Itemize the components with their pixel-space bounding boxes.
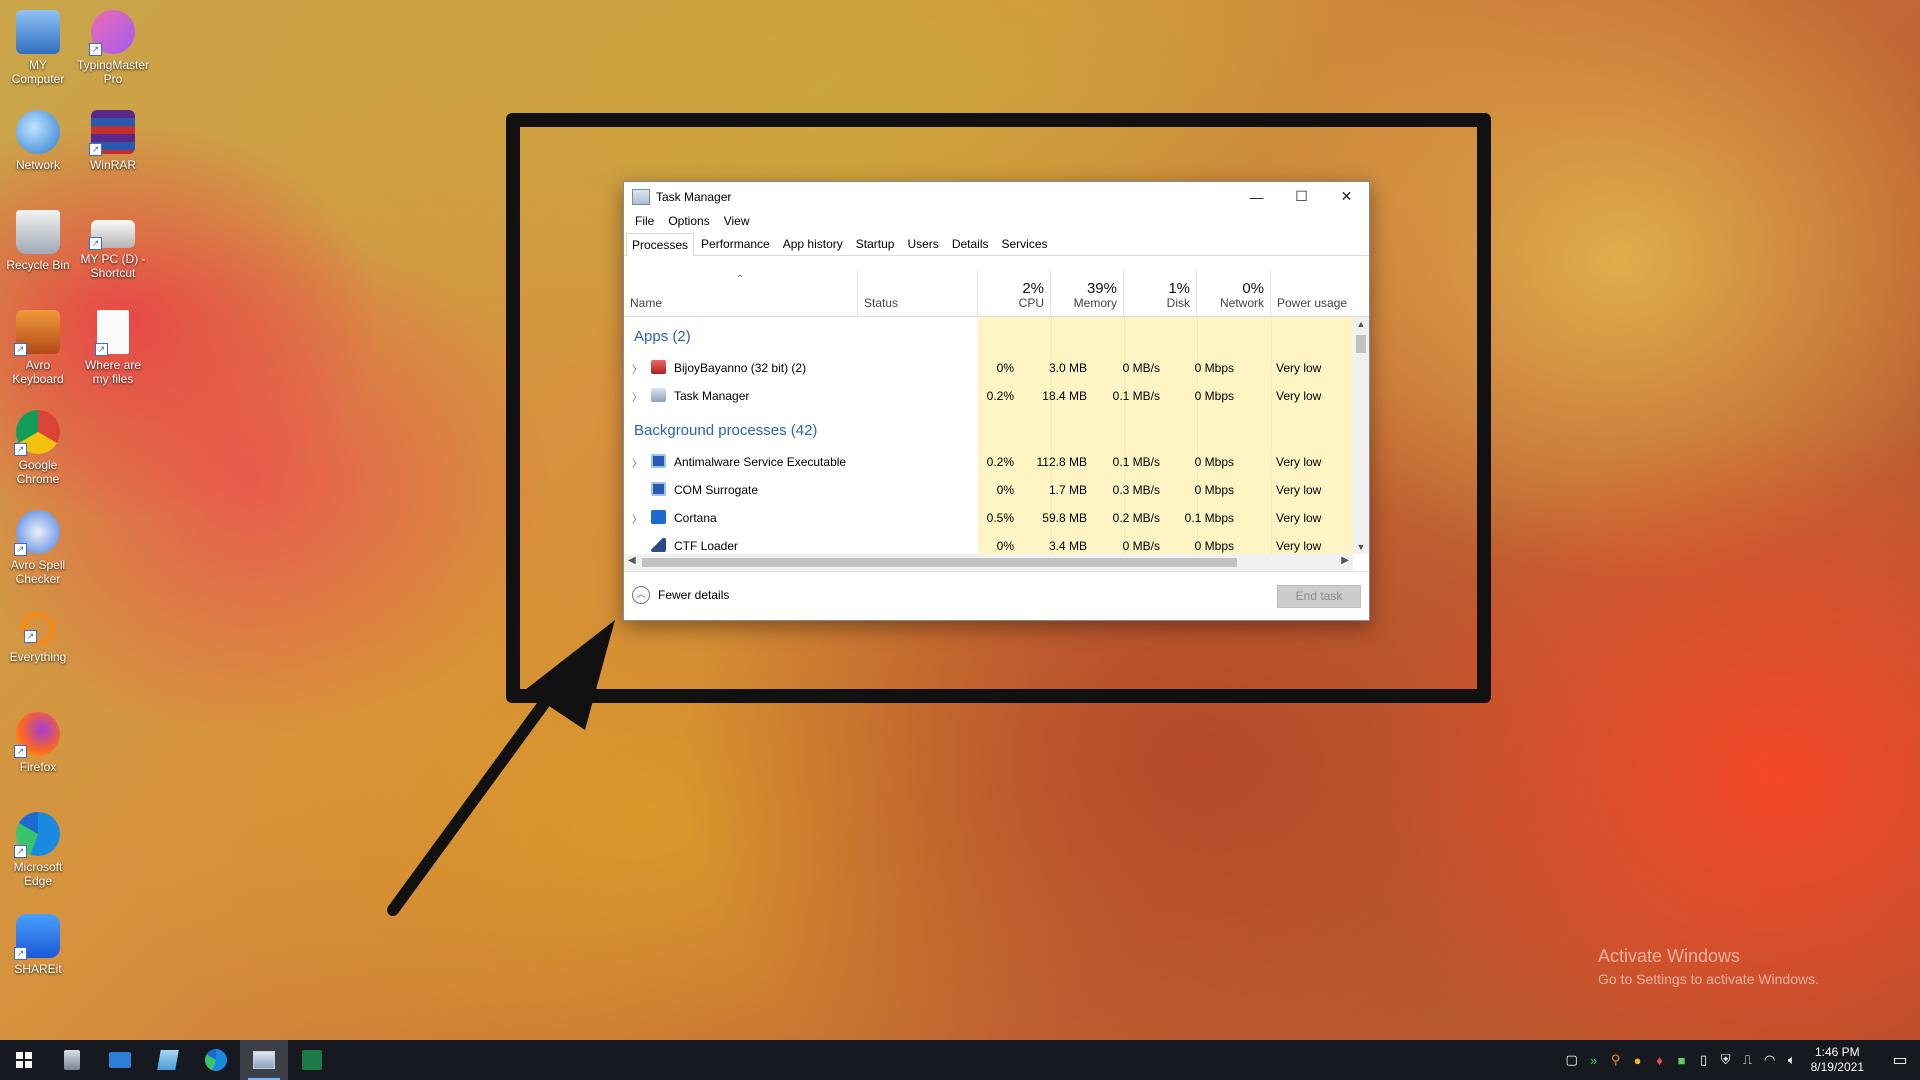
expand-chevron-icon[interactable]: 〉 [632, 511, 642, 526]
cortana-icon [651, 510, 666, 524]
taskbar-mail[interactable] [96, 1040, 144, 1080]
taskbar-calculator[interactable] [48, 1040, 96, 1080]
process-list[interactable]: Apps (2) 〉 BijoyBayanno (32 bit) (2) 0% … [624, 317, 1353, 554]
tab-bar: Processes Performance App history Startu… [624, 231, 1369, 256]
tray-green-square-icon[interactable]: ■ [1671, 1053, 1693, 1068]
horizontal-scroll-thumb[interactable] [642, 558, 1237, 567]
taskbar-edge[interactable] [192, 1040, 240, 1080]
expand-chevron-icon[interactable]: 〉 [632, 455, 642, 470]
task-manager-icon [632, 188, 650, 205]
table-row[interactable]: 〉 Task Manager 0.2% 18.4 MB 0.1 MB/s 0 M… [624, 382, 1353, 410]
bijoy-app-icon [651, 360, 666, 374]
tab-app-history[interactable]: App history [777, 232, 849, 255]
scroll-up-icon[interactable]: ▲ [1353, 319, 1369, 329]
arrow-shaft [387, 662, 576, 916]
maximize-button[interactable]: ☐ [1279, 182, 1324, 211]
taskbar-clock[interactable]: 1:46 PM 8/19/2021 [1811, 1045, 1864, 1075]
horizontal-scrollbar[interactable]: ◀ ▶ [624, 554, 1353, 570]
title-bar[interactable]: Task Manager — ☐ ✕ [624, 182, 1369, 211]
edge-icon [205, 1049, 227, 1071]
windows-logo-icon [16, 1052, 32, 1068]
taskbar-task-manager[interactable] [240, 1040, 288, 1080]
excel-icon [302, 1050, 322, 1070]
menu-bar: File Options View [624, 211, 1369, 231]
taskbar: ▢ » ⚲ ● ♦ ■ ▯ ⛨ ⎍ ◠ 🔈︎ 1:46 PM 8/19/2021… [0, 1040, 1920, 1080]
vertical-scrollbar[interactable]: ▲ ▼ [1353, 317, 1369, 554]
tab-users[interactable]: Users [901, 232, 944, 255]
tray-shield-icon[interactable]: ⛨ [1715, 1052, 1737, 1068]
tray-search-icon[interactable]: ⚲ [1605, 1052, 1627, 1068]
system-tray: ▢ » ⚲ ● ♦ ■ ▯ ⛨ ⎍ ◠ 🔈︎ 1:46 PM 8/19/2021… [1561, 1040, 1920, 1080]
scroll-down-icon[interactable]: ▼ [1353, 542, 1369, 552]
action-center-icon[interactable]: ▭ [1880, 1050, 1920, 1070]
column-memory[interactable]: 39% Memory [1051, 270, 1124, 316]
com-surrogate-icon [651, 482, 666, 496]
volume-icon[interactable]: 🔈︎ [1781, 1052, 1803, 1068]
notepad-icon [157, 1050, 179, 1070]
task-manager-window[interactable]: Task Manager — ☐ ✕ File Options View Pro… [623, 181, 1370, 621]
scroll-left-icon[interactable]: ◀ [628, 555, 636, 566]
table-row[interactable]: 〉 Antimalware Service Executable 0.2% 11… [624, 448, 1353, 476]
tab-processes[interactable]: Processes [626, 233, 695, 256]
taskbar-notepad[interactable] [144, 1040, 192, 1080]
tray-usb-icon[interactable]: ▯ [1693, 1052, 1715, 1068]
tray-notification-square-icon[interactable]: ▢ [1561, 1052, 1583, 1068]
group-header-background: Background processes (42) [634, 422, 818, 439]
window-title: Task Manager [656, 189, 732, 204]
antimalware-icon [651, 454, 666, 468]
calculator-icon [64, 1050, 80, 1070]
close-button[interactable]: ✕ [1324, 182, 1369, 211]
expand-chevron-icon[interactable]: 〉 [632, 389, 642, 404]
start-button[interactable] [0, 1040, 48, 1080]
column-disk[interactable]: 1% Disk [1124, 270, 1197, 316]
taskbar-excel[interactable] [288, 1040, 336, 1080]
tab-performance[interactable]: Performance [695, 232, 776, 255]
column-headers: ⌃ Name Status 2% CPU 39% Memory 1% Disk … [624, 270, 1369, 317]
table-row[interactable]: 〉 BijoyBayanno (32 bit) (2) 0% 3.0 MB 0 … [624, 354, 1353, 382]
menu-options[interactable]: Options [661, 214, 716, 228]
table-row[interactable]: 〉 Cortana 0.5% 59.8 MB 0.2 MB/s 0.1 Mbps… [624, 504, 1353, 532]
minimize-button[interactable]: — [1234, 182, 1279, 211]
scroll-right-icon[interactable]: ▶ [1341, 555, 1349, 566]
tray-network-adapter-icon[interactable]: ⎍ [1737, 1052, 1759, 1068]
tab-details[interactable]: Details [946, 232, 995, 255]
column-status[interactable]: Status [858, 270, 978, 316]
task-manager-icon [651, 388, 666, 402]
column-name[interactable]: ⌃ Name [624, 270, 858, 316]
sort-caret-icon: ⌃ [736, 274, 745, 285]
menu-view[interactable]: View [717, 214, 757, 228]
tab-services[interactable]: Services [996, 232, 1054, 255]
expand-chevron-icon[interactable]: 〉 [632, 361, 642, 376]
ctf-loader-icon [651, 538, 666, 552]
vertical-scroll-thumb[interactable] [1356, 335, 1366, 353]
menu-file[interactable]: File [628, 214, 661, 228]
column-cpu[interactable]: 2% CPU [978, 270, 1051, 316]
mail-icon [109, 1052, 131, 1068]
table-row[interactable]: CTF Loader 0% 3.4 MB 0 MB/s 0 Mbps Very … [624, 532, 1353, 554]
tray-avro-icon[interactable]: ♦ [1649, 1053, 1671, 1068]
footer: ︿ Fewer details End task [624, 571, 1369, 620]
tab-startup[interactable]: Startup [850, 232, 901, 255]
fewer-details-button[interactable]: ︿ Fewer details [632, 586, 729, 604]
wifi-icon[interactable]: ◠ [1759, 1052, 1781, 1068]
column-network[interactable]: 0% Network [1197, 270, 1271, 316]
tray-circle-icon[interactable]: ● [1627, 1053, 1649, 1068]
group-header-apps: Apps (2) [634, 328, 691, 345]
column-power-usage[interactable]: Power usage [1271, 270, 1369, 316]
end-task-button[interactable]: End task [1277, 585, 1361, 608]
chevron-up-icon: ︿ [632, 586, 650, 604]
tray-arrows-icon[interactable]: » [1583, 1053, 1605, 1068]
table-row[interactable]: COM Surrogate 0% 1.7 MB 0.3 MB/s 0 Mbps … [624, 476, 1353, 504]
task-manager-icon [253, 1051, 275, 1069]
activation-watermark: Activate Windows Go to Settings to activ… [1598, 946, 1819, 987]
